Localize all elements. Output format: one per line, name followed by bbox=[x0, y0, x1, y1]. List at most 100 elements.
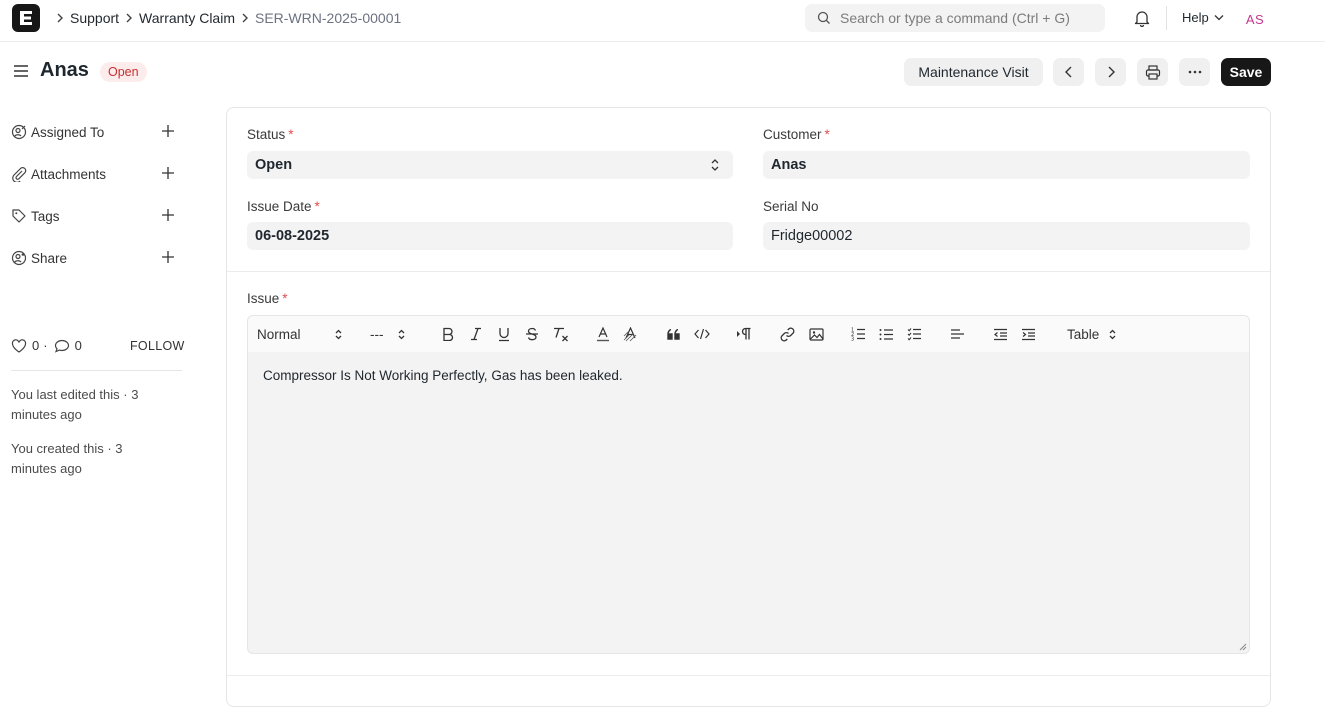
section-divider bbox=[227, 675, 1270, 676]
issue-date-field[interactable]: 06-08-2025 bbox=[247, 222, 733, 250]
printer-icon bbox=[1145, 64, 1161, 80]
avatar[interactable]: AS bbox=[1241, 5, 1269, 33]
breadcrumb-warranty-claim[interactable]: Warranty Claim bbox=[139, 10, 235, 26]
search-input[interactable]: Search or type a command (Ctrl + G) bbox=[805, 4, 1105, 32]
dot-separator: · bbox=[43, 338, 48, 353]
chevron-right-icon bbox=[1107, 66, 1115, 78]
comment-icon[interactable] bbox=[54, 339, 70, 353]
strikethrough-icon[interactable] bbox=[525, 316, 539, 352]
activity-created: You created this · 3 minutes ago bbox=[11, 441, 123, 476]
breadcrumb: Support Warranty Claim SER-WRN-2025-0000… bbox=[52, 0, 401, 36]
code-block-icon[interactable] bbox=[694, 316, 710, 352]
help-label: Help bbox=[1182, 10, 1209, 25]
serial-no-field[interactable]: Fridge00002 bbox=[763, 222, 1250, 250]
serial-no-label: Serial No bbox=[763, 199, 819, 214]
sidebar-item-label: Share bbox=[31, 250, 68, 266]
checklist-icon[interactable] bbox=[907, 316, 922, 352]
section-divider bbox=[227, 271, 1270, 272]
sidebar-divider bbox=[11, 370, 182, 371]
svg-text:3: 3 bbox=[851, 337, 854, 342]
editor-toolbar: Normal --- 123 Table bbox=[247, 315, 1250, 352]
issue-text[interactable]: Compressor Is Not Working Perfectly, Gas… bbox=[263, 368, 623, 383]
tag-icon bbox=[11, 208, 27, 224]
issue-editor[interactable]: Compressor Is Not Working Perfectly, Gas… bbox=[247, 352, 1250, 654]
likes-comments: 0 · 0 bbox=[11, 338, 86, 353]
underline-icon[interactable] bbox=[498, 316, 510, 352]
plus-icon[interactable] bbox=[161, 166, 175, 180]
ellipsis-icon bbox=[1188, 70, 1202, 74]
clear-format-icon[interactable] bbox=[553, 316, 569, 352]
follow-button[interactable]: FOLLOW bbox=[130, 339, 185, 353]
comment-count: 0 bbox=[74, 338, 82, 353]
customer-label: Customer * bbox=[763, 127, 830, 142]
previous-doc-button[interactable] bbox=[1053, 58, 1084, 86]
print-button[interactable] bbox=[1137, 58, 1168, 86]
more-actions-button[interactable] bbox=[1179, 58, 1210, 86]
sidebar-item-tags[interactable]: Tags bbox=[11, 206, 181, 226]
chevron-right-icon bbox=[56, 13, 64, 23]
plus-icon[interactable] bbox=[161, 250, 175, 264]
format-select[interactable]: Normal bbox=[257, 316, 342, 352]
link-icon[interactable] bbox=[780, 316, 795, 352]
image-icon[interactable] bbox=[809, 316, 824, 352]
text-color-icon[interactable] bbox=[596, 316, 610, 352]
customer-field[interactable]: Anas bbox=[763, 151, 1250, 179]
chevron-down-icon bbox=[1214, 14, 1224, 21]
background-color-icon[interactable] bbox=[623, 316, 638, 352]
plus-icon[interactable] bbox=[161, 124, 175, 138]
ordered-list-icon[interactable]: 123 bbox=[851, 316, 866, 352]
text-direction-icon[interactable] bbox=[736, 316, 752, 352]
select-caret-icon bbox=[335, 329, 342, 340]
blockquote-icon[interactable] bbox=[667, 316, 681, 352]
search-icon bbox=[817, 11, 831, 25]
heart-icon[interactable] bbox=[11, 338, 27, 353]
issue-date-label: Issue Date * bbox=[247, 199, 320, 214]
assign-icon bbox=[11, 124, 27, 140]
help-dropdown[interactable]: Help bbox=[1182, 10, 1224, 25]
align-icon[interactable] bbox=[950, 316, 965, 352]
breadcrumb-current-doc[interactable]: SER-WRN-2025-00001 bbox=[255, 10, 401, 26]
sidebar-item-attachments[interactable]: Attachments bbox=[11, 164, 181, 184]
chevron-left-icon bbox=[1064, 66, 1073, 78]
search-placeholder: Search or type a command (Ctrl + G) bbox=[840, 10, 1070, 26]
status-label: Status * bbox=[247, 127, 294, 142]
paperclip-icon bbox=[11, 166, 27, 182]
resize-handle-icon[interactable] bbox=[1239, 643, 1247, 651]
activity-last-edited: You last edited this · 3 minutes ago bbox=[11, 387, 139, 422]
navbar: Support Warranty Claim SER-WRN-2025-0000… bbox=[0, 0, 1325, 42]
status-value: Open bbox=[255, 157, 293, 173]
navbar-divider bbox=[1166, 6, 1167, 30]
indent-icon[interactable] bbox=[1021, 316, 1036, 352]
sidebar-item-label: Assigned To bbox=[31, 124, 105, 140]
breadcrumb-support[interactable]: Support bbox=[70, 10, 119, 26]
chevron-right-icon bbox=[125, 13, 133, 23]
table-select[interactable]: Table bbox=[1067, 316, 1116, 352]
next-doc-button[interactable] bbox=[1095, 58, 1126, 86]
share-icon bbox=[11, 250, 27, 266]
plus-icon[interactable] bbox=[161, 208, 175, 222]
table-select-value: Table bbox=[1067, 326, 1100, 342]
bold-icon[interactable] bbox=[442, 316, 454, 352]
select-caret-icon bbox=[398, 329, 405, 340]
sidebar-item-label: Tags bbox=[31, 208, 60, 224]
outdent-icon[interactable] bbox=[993, 316, 1008, 352]
sidebar-item-share[interactable]: Share bbox=[11, 248, 181, 268]
italic-icon[interactable] bbox=[470, 316, 482, 352]
chevron-right-icon bbox=[241, 13, 249, 23]
app-logo[interactable] bbox=[12, 4, 40, 32]
size-select[interactable]: --- bbox=[370, 316, 405, 352]
sidebar-toggle-icon[interactable] bbox=[13, 63, 29, 79]
page-title: Anas bbox=[40, 59, 89, 81]
status-badge: Open bbox=[100, 62, 147, 82]
bullet-list-icon[interactable] bbox=[879, 316, 894, 352]
maintenance-visit-button[interactable]: Maintenance Visit bbox=[904, 58, 1043, 86]
sidebar-item-label: Attachments bbox=[31, 166, 107, 182]
sidebar-item-assigned-to[interactable]: Assigned To bbox=[11, 122, 181, 142]
select-caret-icon bbox=[1109, 329, 1116, 340]
notification-bell-icon[interactable] bbox=[1134, 9, 1150, 27]
save-button[interactable]: Save bbox=[1221, 58, 1271, 86]
status-select[interactable]: Open bbox=[247, 151, 733, 179]
select-caret-icon bbox=[711, 158, 719, 172]
like-count: 0 bbox=[32, 338, 40, 353]
format-select-value: Normal bbox=[257, 326, 301, 342]
